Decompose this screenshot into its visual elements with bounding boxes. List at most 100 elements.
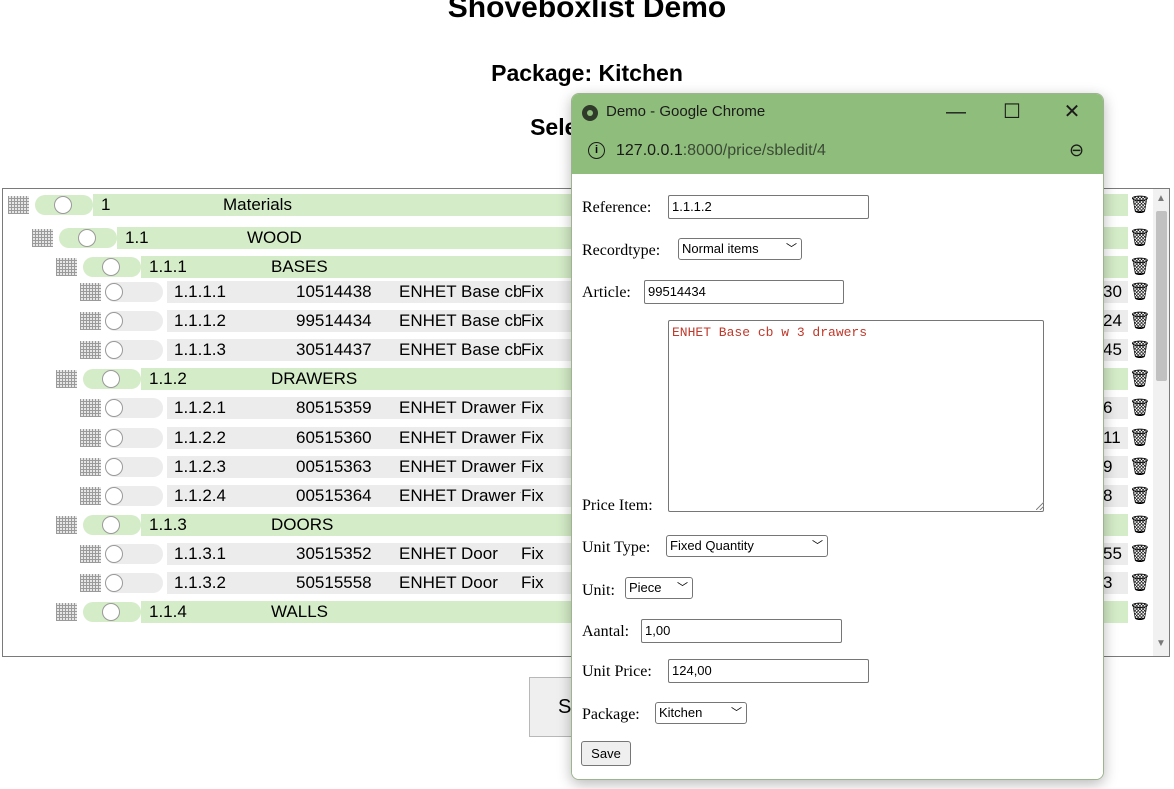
trash-icon[interactable]: 🗑 bbox=[1129, 255, 1151, 279]
select-toggle[interactable] bbox=[105, 573, 163, 593]
save-button[interactable]: Save bbox=[581, 741, 631, 766]
address-bar[interactable]: i 127.0.0.1:8000/price/sbledit/4 ⊖ bbox=[572, 132, 1103, 172]
expand-toggle[interactable] bbox=[83, 369, 141, 389]
price-item-label: Price Item: bbox=[582, 497, 653, 514]
drag-handle-icon[interactable] bbox=[80, 312, 101, 330]
trash-icon[interactable]: 🗑 bbox=[1129, 309, 1151, 333]
trash-icon[interactable]: 🗑 bbox=[1129, 542, 1151, 566]
drag-handle-icon[interactable] bbox=[80, 429, 101, 447]
expand-toggle[interactable] bbox=[35, 195, 93, 215]
window-titlebar: Demo - Google Chrome — ☐ ✕ i 127.0.0.1:8… bbox=[572, 94, 1103, 174]
drag-handle-icon[interactable] bbox=[80, 341, 101, 359]
item-amount: 3 bbox=[1103, 573, 1113, 592]
page-title: Shoveboxlist Demo bbox=[447, 0, 727, 24]
item-unit-type: Fix bbox=[521, 428, 544, 447]
edit-popup-window[interactable]: Demo - Google Chrome — ☐ ✕ i 127.0.0.1:8… bbox=[571, 93, 1104, 780]
item-ref: 1.1.1.1 bbox=[174, 282, 226, 301]
unit-type-select[interactable]: Fixed Quantity ﹀ bbox=[666, 535, 828, 557]
reference-label: Reference: bbox=[582, 199, 652, 216]
group-name: DRAWERS bbox=[271, 369, 358, 388]
item-unit-type: Fix bbox=[521, 340, 544, 359]
resize-handle-icon[interactable] bbox=[1036, 502, 1044, 510]
item-description: ENHET Drawer fr bbox=[399, 486, 521, 505]
group-name: DOORS bbox=[271, 515, 334, 534]
select-toggle[interactable] bbox=[105, 428, 163, 448]
select-toggle[interactable] bbox=[105, 398, 163, 418]
item-description: ENHET Base cb v bbox=[399, 311, 521, 330]
drag-handle-icon[interactable] bbox=[80, 487, 101, 505]
trash-icon[interactable]: 🗑 bbox=[1129, 484, 1151, 508]
drag-handle-icon[interactable] bbox=[56, 370, 77, 388]
item-unit-type: Fix bbox=[521, 282, 544, 301]
url-text[interactable]: 127.0.0.1:8000/price/sbledit/4 bbox=[616, 141, 826, 161]
item-description: ENHET Base cb 1 bbox=[399, 282, 521, 301]
drag-handle-icon[interactable] bbox=[8, 196, 29, 214]
scroll-down-icon[interactable]: ▼ bbox=[1156, 638, 1166, 649]
expand-toggle[interactable] bbox=[83, 257, 141, 277]
trash-icon[interactable]: 🗑 bbox=[1129, 396, 1151, 420]
info-icon[interactable]: i bbox=[588, 142, 605, 159]
unit-price-label: Unit Price: bbox=[582, 663, 652, 680]
item-description: ENHET Door bbox=[399, 544, 498, 563]
item-article: 10514438 bbox=[296, 282, 372, 301]
zoom-icon[interactable]: ⊖ bbox=[1069, 140, 1084, 161]
trash-icon[interactable]: 🗑 bbox=[1129, 367, 1151, 391]
trash-icon[interactable]: 🗑 bbox=[1129, 338, 1151, 362]
group-ref: 1 bbox=[101, 195, 111, 214]
expand-toggle[interactable] bbox=[83, 515, 141, 535]
minimize-button[interactable]: — bbox=[938, 98, 974, 126]
item-ref: 1.1.2.3 bbox=[174, 457, 226, 476]
select-toggle[interactable] bbox=[105, 486, 163, 506]
article-input[interactable]: 99514434 bbox=[644, 280, 844, 304]
trash-icon[interactable]: 🗑 bbox=[1129, 280, 1151, 304]
item-ref: 1.1.2.1 bbox=[174, 398, 226, 417]
item-ref: 1.1.2.4 bbox=[174, 486, 226, 505]
package-select[interactable]: Kitchen ﹀ bbox=[655, 702, 747, 724]
price-item-textarea[interactable]: ENHET Base cb w 3 drawers bbox=[668, 320, 1044, 512]
trash-icon[interactable]: 🗑 bbox=[1129, 226, 1151, 250]
drag-handle-icon[interactable] bbox=[56, 603, 77, 621]
chevron-down-icon: ﹀ bbox=[786, 243, 797, 255]
recordtype-select[interactable]: Normal items ﹀ bbox=[678, 238, 802, 260]
expand-toggle[interactable] bbox=[59, 228, 117, 248]
item-unit-type: Fix bbox=[521, 486, 544, 505]
trash-icon[interactable]: 🗑 bbox=[1129, 571, 1151, 595]
maximize-button[interactable]: ☐ bbox=[994, 98, 1030, 126]
drag-handle-icon[interactable] bbox=[80, 399, 101, 417]
package-label: Package: bbox=[582, 706, 640, 723]
select-toggle[interactable] bbox=[105, 311, 163, 331]
select-toggle[interactable] bbox=[105, 340, 163, 360]
drag-handle-icon[interactable] bbox=[80, 545, 101, 563]
item-unit-type: Fix bbox=[521, 398, 544, 417]
trash-icon[interactable]: 🗑 bbox=[1129, 426, 1151, 450]
recordtype-label: Recordtype: bbox=[582, 242, 661, 259]
close-button[interactable]: ✕ bbox=[1054, 98, 1090, 126]
drag-handle-icon[interactable] bbox=[56, 516, 77, 534]
select-toggle[interactable] bbox=[105, 544, 163, 564]
trash-icon[interactable]: 🗑 bbox=[1129, 455, 1151, 479]
drag-handle-icon[interactable] bbox=[80, 283, 101, 301]
drag-handle-icon[interactable] bbox=[80, 574, 101, 592]
aantal-input[interactable]: 1,00 bbox=[641, 619, 842, 643]
drag-handle-icon[interactable] bbox=[80, 458, 101, 476]
drag-handle-icon[interactable] bbox=[32, 229, 53, 247]
trash-icon[interactable]: 🗑 bbox=[1129, 193, 1151, 217]
item-amount: 11 bbox=[1103, 428, 1121, 447]
scroll-up-icon[interactable]: ▲ bbox=[1156, 193, 1166, 204]
package-heading: Package: Kitchen bbox=[491, 60, 683, 86]
trash-icon[interactable]: 🗑 bbox=[1129, 600, 1151, 624]
item-amount: 8 bbox=[1103, 486, 1113, 505]
group-ref: 1.1.2 bbox=[149, 369, 187, 388]
list-scrollbar[interactable]: ▲ ▼ bbox=[1153, 189, 1169, 656]
select-toggle[interactable] bbox=[105, 282, 163, 302]
scroll-thumb[interactable] bbox=[1156, 211, 1167, 381]
reference-input[interactable]: 1.1.1.2 bbox=[668, 195, 869, 219]
unit-select[interactable]: Piece ﹀ bbox=[625, 577, 693, 599]
item-ref: 1.1.2.2 bbox=[174, 428, 226, 447]
trash-icon[interactable]: 🗑 bbox=[1129, 513, 1151, 537]
item-article: 30514437 bbox=[296, 340, 372, 359]
expand-toggle[interactable] bbox=[83, 602, 141, 622]
drag-handle-icon[interactable] bbox=[56, 258, 77, 276]
select-toggle[interactable] bbox=[105, 457, 163, 477]
unit-price-input[interactable]: 124,00 bbox=[668, 659, 869, 683]
